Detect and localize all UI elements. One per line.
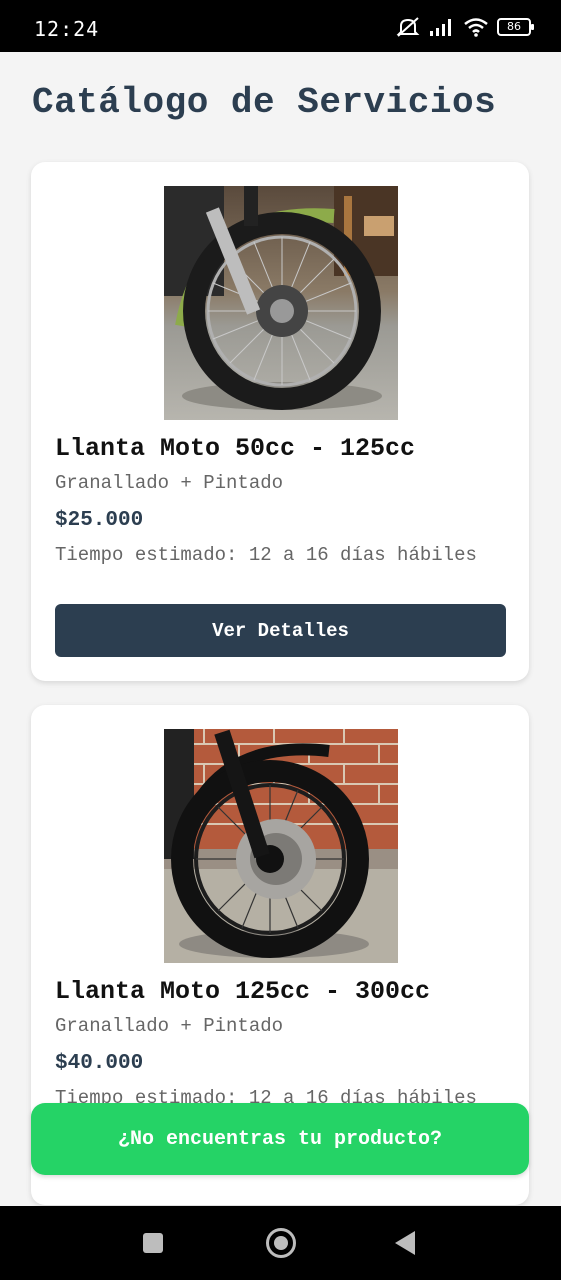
navigation-bar <box>0 1206 561 1280</box>
product-subtitle: Granallado + Pintado <box>55 1015 284 1037</box>
product-price: $25.000 <box>55 509 144 532</box>
status-icons: 86 <box>395 16 534 38</box>
product-image <box>164 186 398 420</box>
page-title: Catálogo de Servicios <box>32 82 497 123</box>
product-price: $40.000 <box>55 1052 144 1075</box>
contact-cta-button[interactable]: ¿No encuentras tu producto? <box>31 1103 529 1175</box>
product-card: Llanta Moto 50cc - 125cc Granallado + Pi… <box>31 162 529 681</box>
view-details-button[interactable]: Ver Detalles <box>55 604 506 657</box>
status-bar: 12:24 86 <box>0 0 561 52</box>
product-time: Tiempo estimado: 12 a 16 días hábiles <box>55 544 477 566</box>
product-title: Llanta Moto 125cc - 300cc <box>55 977 431 1006</box>
product-title: Llanta Moto 50cc - 125cc <box>55 434 416 463</box>
battery-level: 86 <box>507 20 521 33</box>
status-time: 12:24 <box>34 17 100 41</box>
signal-icon <box>430 19 451 36</box>
mute-icon <box>396 17 420 37</box>
back-icon[interactable] <box>395 1231 415 1255</box>
battery-icon: 86 <box>497 18 534 36</box>
product-image <box>164 729 398 963</box>
wifi-icon <box>464 18 488 37</box>
home-icon[interactable] <box>266 1228 296 1258</box>
recent-apps-icon[interactable] <box>143 1233 163 1253</box>
product-subtitle: Granallado + Pintado <box>55 472 284 494</box>
